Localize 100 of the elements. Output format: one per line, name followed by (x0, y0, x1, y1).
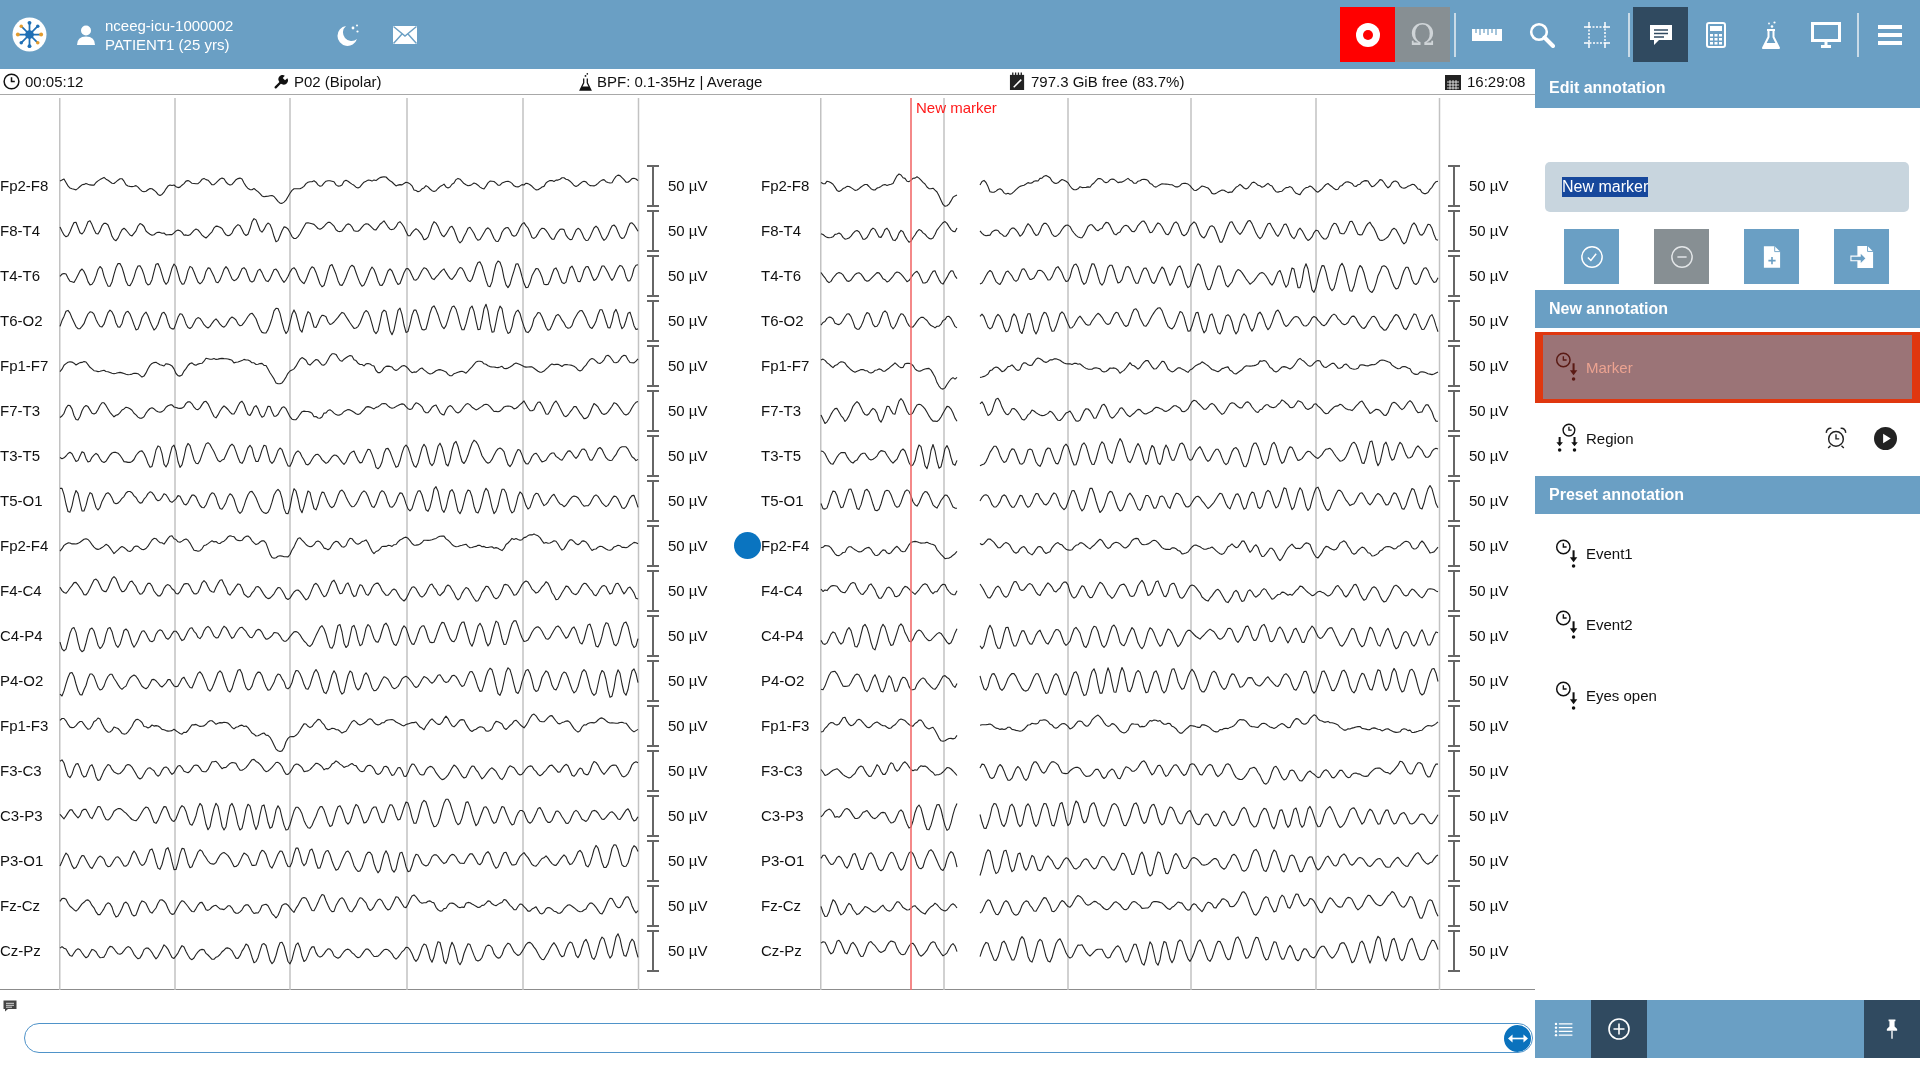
mail-icon[interactable] (392, 24, 418, 45)
scale-label: 50 µV (1469, 672, 1509, 689)
pin-button[interactable] (1864, 1000, 1920, 1058)
wrench-icon (274, 74, 289, 89)
flask-icon (1760, 19, 1781, 50)
scale-label: 50 µV (668, 312, 708, 329)
channel-label: F3-C3 (761, 762, 803, 779)
channel-label: C3-P3 (761, 807, 804, 824)
channel-label: F7-T3 (0, 402, 40, 419)
scale-bar-icon (1448, 659, 1460, 702)
scale-label: 50 µV (668, 537, 708, 554)
scale-bar-icon (1448, 209, 1460, 252)
channel-label: T4-T6 (0, 267, 40, 284)
menu-icon (1877, 24, 1902, 45)
channel-label: Fp2-F8 (0, 177, 49, 194)
channel-label: F7-T3 (761, 402, 801, 419)
confirm-button[interactable] (1564, 229, 1619, 284)
scale-label: 50 µV (668, 807, 708, 824)
comment-button[interactable] (1633, 7, 1688, 62)
channel-label: Fp1-F7 (761, 357, 810, 374)
channel-label: P3-O1 (0, 852, 44, 869)
scale-label: 50 µV (1469, 402, 1509, 419)
scale-label: 50 µV (1469, 357, 1509, 374)
channel-label: C4-P4 (0, 627, 43, 644)
scale-bar-icon (647, 389, 659, 432)
channel-label: Fp1-F7 (0, 357, 49, 374)
channel-label: T5-O1 (0, 492, 43, 509)
list-icon (1553, 1021, 1573, 1037)
channel-label: Fz-Cz (0, 897, 40, 914)
annotation-name-field[interactable]: New marker (1545, 162, 1909, 212)
scale-label: 50 µV (668, 222, 708, 239)
export-button[interactable] (1834, 229, 1889, 284)
scale-bar-icon (647, 659, 659, 702)
filter-label[interactable]: BPF: 0.1-35Hz | Average (597, 73, 763, 90)
section-header: Preset annotation (1535, 476, 1920, 514)
expand-button[interactable] (1504, 1024, 1531, 1052)
scale-bar-icon (1448, 569, 1460, 612)
scale-bar-icon (647, 254, 659, 297)
minus-circle-icon (1669, 244, 1694, 269)
scale-bar-icon (1448, 614, 1460, 657)
scale-label: 50 µV (1469, 897, 1509, 914)
scale-bar-icon (647, 569, 659, 612)
scale-label: 50 µV (668, 627, 708, 644)
play-icon (1874, 426, 1897, 450)
comment-icon (1648, 23, 1673, 46)
double-arrow-icon (1507, 1032, 1528, 1044)
scale-label: 50 µV (668, 582, 708, 599)
disk-space: 797.3 GiB free (83.7%) (1031, 73, 1185, 90)
montage-label[interactable]: P02 (Bipolar) (294, 73, 382, 90)
add-button[interactable] (1591, 1000, 1647, 1058)
comment-icon[interactable] (3, 1000, 17, 1012)
marker-label[interactable]: New marker (916, 99, 997, 117)
monitor-icon (1810, 21, 1841, 48)
scale-bar-icon (647, 209, 659, 252)
scale-label: 50 µV (1469, 492, 1509, 509)
record-button[interactable] (1340, 7, 1395, 62)
selection-dot-icon[interactable] (734, 532, 761, 559)
preset-annotation-item[interactable]: Event1 (1535, 518, 1920, 589)
add-icon (1608, 1018, 1630, 1040)
preset-annotation-item[interactable]: Event2 (1535, 589, 1920, 660)
region-item[interactable]: Region (1535, 403, 1920, 474)
clock-icon (3, 73, 20, 90)
scale-label: 50 µV (668, 897, 708, 914)
scale-bar-icon (647, 839, 659, 882)
logo-icon[interactable] (12, 17, 47, 52)
channel-label: F3-C3 (0, 762, 42, 779)
channel-label: Cz-Pz (761, 942, 802, 959)
alarm-clock-icon[interactable] (1825, 427, 1847, 449)
channel-label: C4-P4 (761, 627, 804, 644)
scale-bar-icon (647, 704, 659, 747)
document-arrow-icon (1849, 244, 1874, 269)
scale-bar-icon (647, 884, 659, 927)
scale-bar-icon (1448, 884, 1460, 927)
scale-label: 50 µV (668, 762, 708, 779)
scale-label: 50 µV (1469, 312, 1509, 329)
clock-time: 16:29:08 (1467, 73, 1526, 90)
channel-label: T3-T5 (0, 447, 40, 464)
scale-label: 50 µV (668, 492, 708, 509)
channel-label: T4-T6 (761, 267, 801, 284)
new-document-button[interactable] (1744, 229, 1799, 284)
scale-bar-icon (1448, 164, 1460, 207)
channel-label: Cz-Pz (0, 942, 41, 959)
channel-label: T5-O1 (761, 492, 804, 509)
channel-label: T6-O2 (0, 312, 43, 329)
scale-label: 50 µV (668, 447, 708, 464)
marker-line[interactable] (910, 97, 912, 990)
preset-annotation-item[interactable]: Eyes open (1535, 660, 1920, 731)
scale-bar-icon (1448, 299, 1460, 342)
user-icon (76, 24, 96, 45)
scale-bar-icon (647, 929, 659, 972)
channel-label: C3-P3 (0, 807, 43, 824)
scale-bar-icon (1448, 749, 1460, 792)
channel-label: Fp2-F8 (761, 177, 810, 194)
play-button[interactable] (1874, 426, 1897, 450)
scale-bar-icon (1448, 434, 1460, 477)
scale-label: 50 µV (1469, 177, 1509, 194)
scale-label: 50 µV (1469, 717, 1509, 734)
notepad-icon (1009, 72, 1026, 91)
channel-label: F4-C4 (761, 582, 803, 599)
calculator-icon (1705, 21, 1726, 48)
